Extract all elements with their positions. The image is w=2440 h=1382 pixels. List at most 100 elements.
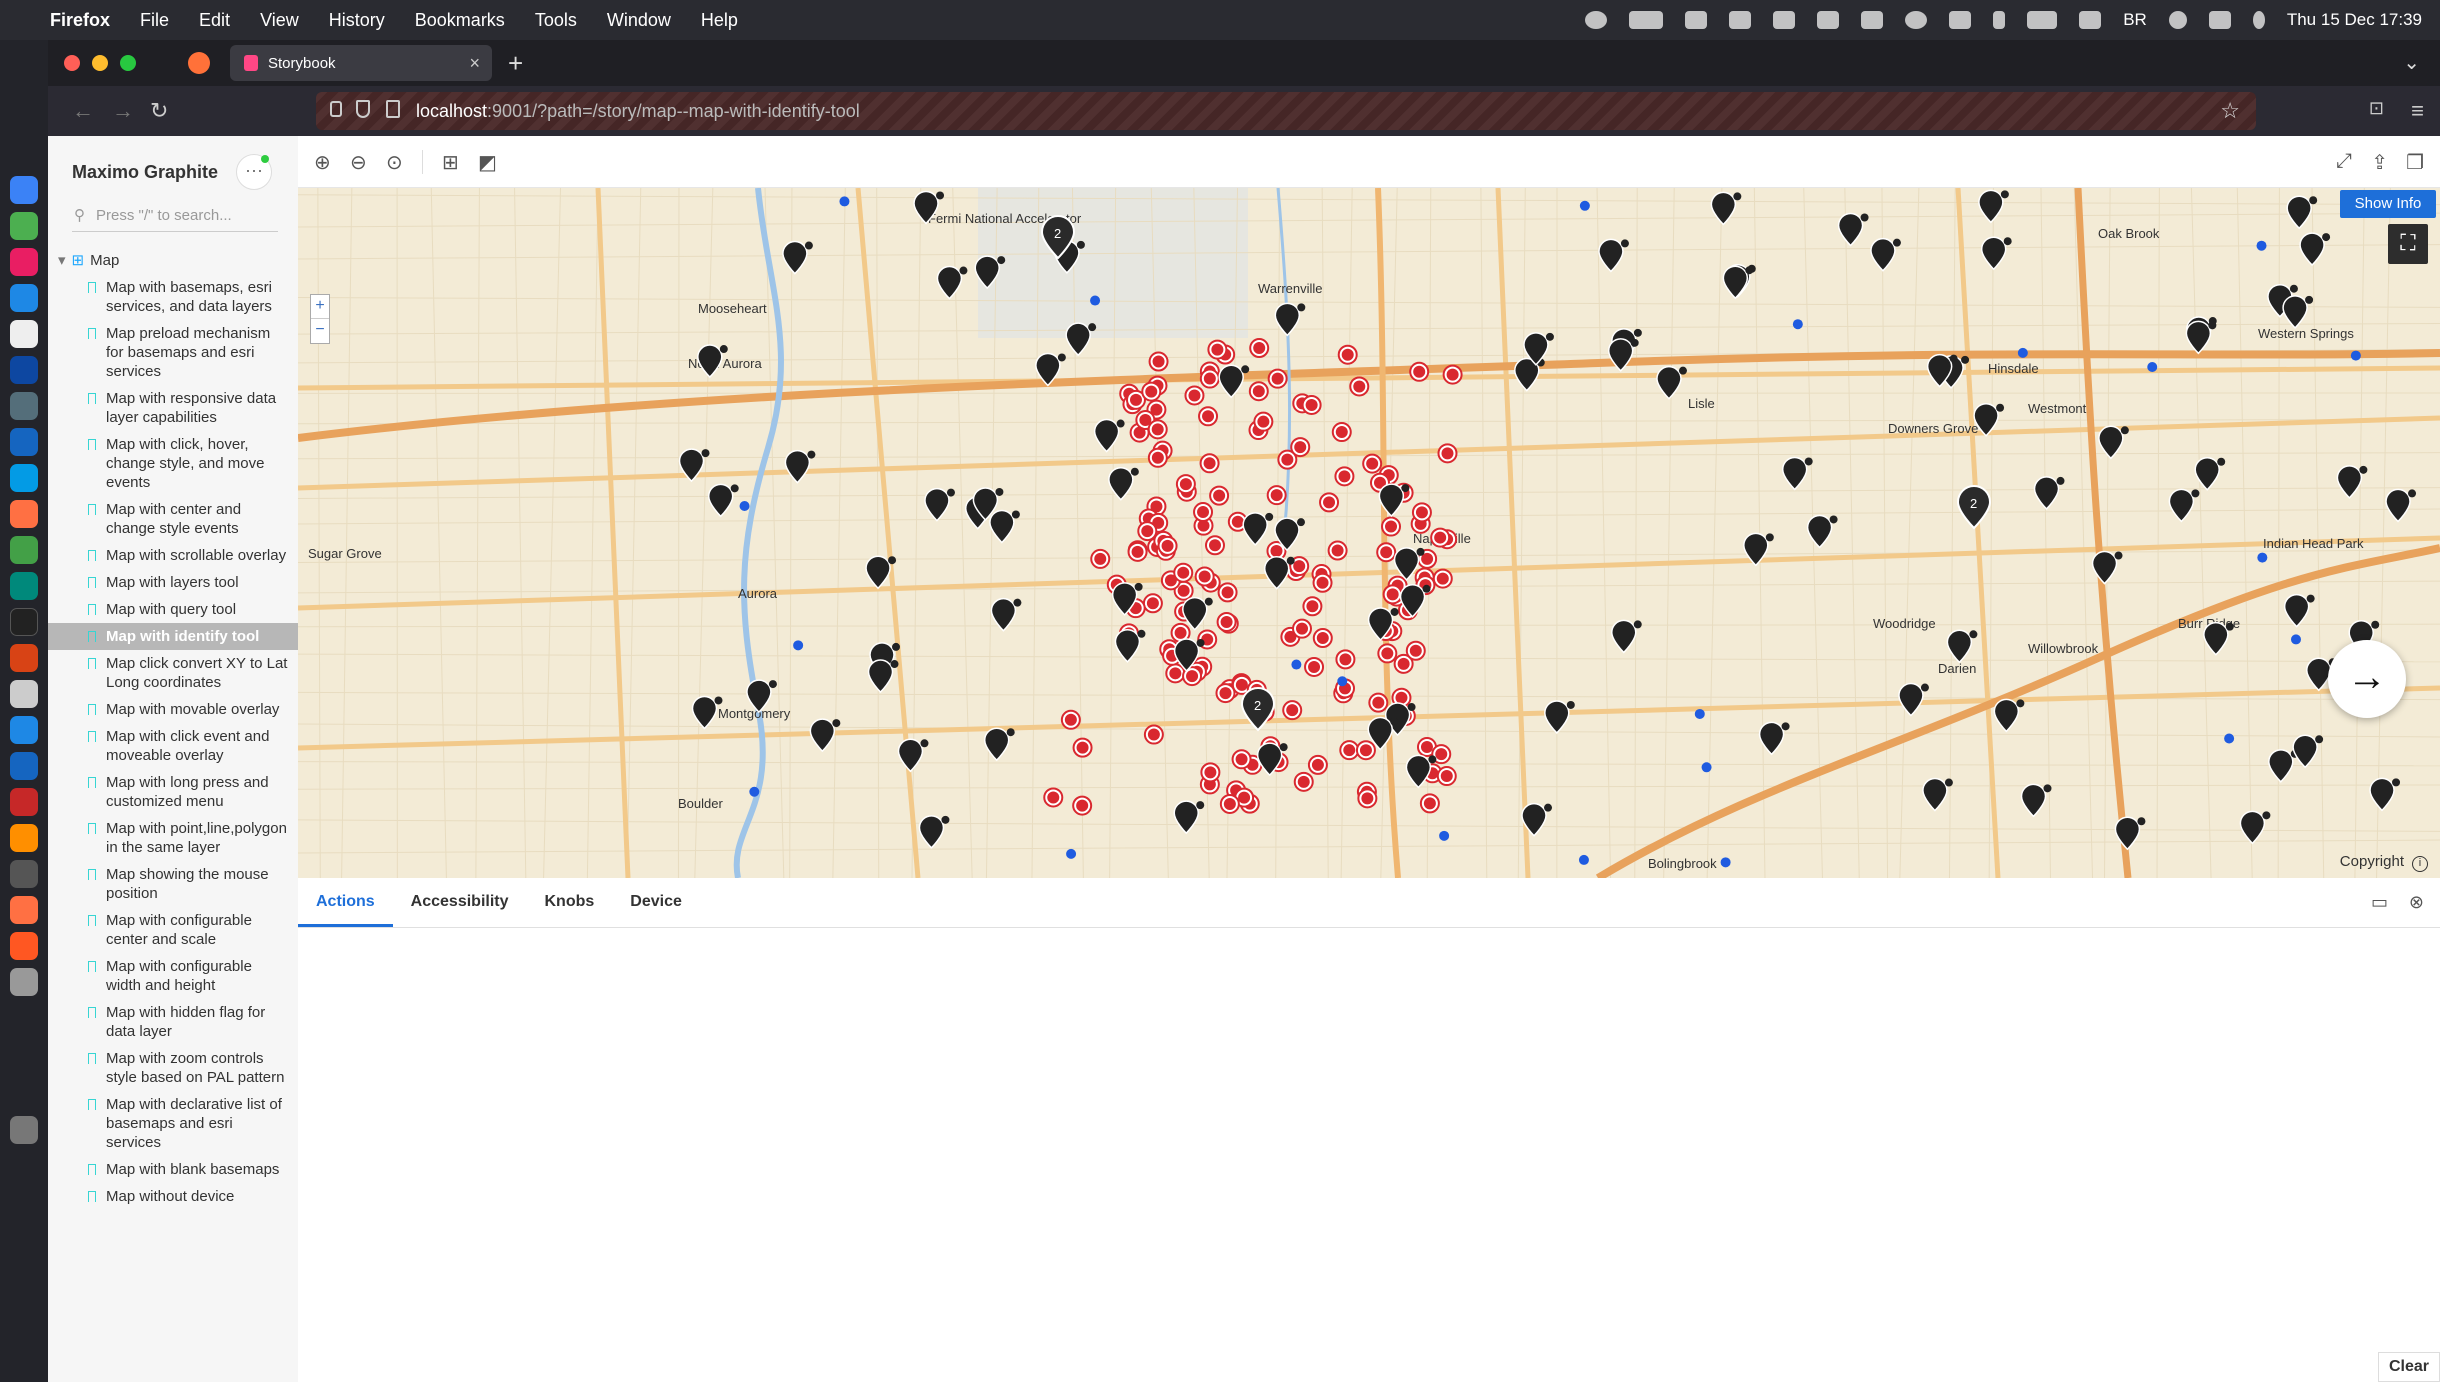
- story-item[interactable]: Map preload mechanism for basemaps and e…: [48, 320, 298, 385]
- moon-icon[interactable]: [1685, 11, 1708, 29]
- story-item[interactable]: Map with long press and customized menu: [48, 769, 298, 815]
- menu-file[interactable]: File: [140, 10, 169, 31]
- clock[interactable]: Thu 15 Dec 17:39: [2287, 10, 2422, 30]
- terminal-icon[interactable]: [10, 608, 38, 636]
- firefox-view-icon[interactable]: [188, 52, 210, 74]
- panel-orientation-icon[interactable]: ▭: [2371, 892, 2388, 913]
- app-icon[interactable]: [10, 464, 38, 492]
- minimize-window-button[interactable]: [92, 55, 108, 71]
- url-bar[interactable]: localhost:9001/?path=/story/map--map-wit…: [316, 92, 2256, 130]
- camera-icon[interactable]: [1861, 11, 1884, 29]
- story-item[interactable]: Map with declarative list of basemaps an…: [48, 1091, 298, 1156]
- close-panel-icon[interactable]: ⊗: [2409, 892, 2424, 913]
- creative-cloud-icon[interactable]: [1773, 11, 1796, 29]
- list-all-tabs-icon[interactable]: ⌄: [2403, 50, 2420, 75]
- story-item[interactable]: Map with configurable width and height: [48, 953, 298, 999]
- tab-actions[interactable]: Actions: [298, 878, 393, 927]
- hamburger-menu-icon[interactable]: ≡: [2411, 98, 2424, 124]
- page-icon[interactable]: [386, 100, 400, 118]
- app-icon[interactable]: [10, 644, 38, 672]
- tab-accessibility[interactable]: Accessibility: [393, 878, 527, 927]
- story-item[interactable]: Map with center and change style events: [48, 496, 298, 542]
- tab-knobs[interactable]: Knobs: [527, 878, 613, 927]
- story-item[interactable]: Map with responsive data layer capabilit…: [48, 385, 298, 431]
- fullscreen-icon[interactable]: ⤢: [2336, 150, 2352, 173]
- firefox-icon[interactable]: [10, 896, 38, 924]
- app-icon[interactable]: [10, 716, 38, 744]
- more-options-button[interactable]: ···: [236, 154, 272, 190]
- trash-icon[interactable]: [10, 1116, 38, 1144]
- menu-bookmarks[interactable]: Bookmarks: [415, 10, 505, 31]
- tab-storybook[interactable]: Storybook ×: [230, 45, 492, 81]
- expand-map-icon[interactable]: ⛶: [2388, 224, 2428, 264]
- reload-icon[interactable]: ↻: [150, 98, 168, 124]
- control-center-icon[interactable]: [2208, 11, 2231, 29]
- chrome-icon[interactable]: [10, 536, 38, 564]
- map-zoom-out-button[interactable]: −: [311, 319, 329, 343]
- story-item[interactable]: Map with click, hover, change style, and…: [48, 431, 298, 496]
- menu-edit[interactable]: Edit: [199, 10, 230, 31]
- new-tab-button[interactable]: +: [508, 48, 523, 79]
- volume-icon[interactable]: [1949, 11, 1972, 29]
- box-icon[interactable]: [1629, 11, 1664, 29]
- grid-app-icon[interactable]: [1729, 11, 1752, 29]
- menu-window[interactable]: Window: [607, 10, 671, 31]
- tree-group-map[interactable]: ▾ ⊞ Map: [48, 248, 298, 274]
- app-icon[interactable]: [10, 392, 38, 420]
- firefox-icon[interactable]: [10, 500, 38, 528]
- story-item[interactable]: Map click convert XY to Lat Long coordin…: [48, 650, 298, 696]
- zoom-reset-icon[interactable]: ⊙: [386, 150, 403, 175]
- app-icon[interactable]: [10, 824, 38, 852]
- siri-icon[interactable]: [2252, 11, 2265, 29]
- story-item[interactable]: Map with point,line,polygon in the same …: [48, 815, 298, 861]
- spotlight-search-icon[interactable]: [2168, 11, 2187, 29]
- story-item[interactable]: Map with click event and moveable overla…: [48, 723, 298, 769]
- wifi-icon[interactable]: [2079, 11, 2102, 29]
- background-icon[interactable]: ◩: [478, 150, 497, 175]
- app-icon[interactable]: [10, 356, 38, 384]
- story-item[interactable]: Map with blank basemaps: [48, 1156, 298, 1183]
- show-info-button[interactable]: Show Info: [2340, 190, 2436, 218]
- zoom-window-button[interactable]: [120, 55, 136, 71]
- back-icon[interactable]: ←: [72, 98, 94, 124]
- chrome-icon[interactable]: [10, 212, 38, 240]
- printer-icon[interactable]: [10, 968, 38, 996]
- story-item-active[interactable]: Map with identify tool: [48, 623, 298, 650]
- word-icon[interactable]: [10, 428, 38, 456]
- story-item[interactable]: Map with scrollable overlay: [48, 542, 298, 569]
- record-icon[interactable]: [1585, 11, 1608, 29]
- clock-app-icon[interactable]: [10, 320, 38, 348]
- story-item[interactable]: Map with basemaps, esri services, and da…: [48, 274, 298, 320]
- story-item[interactable]: Map with zoom controls style based on PA…: [48, 1045, 298, 1091]
- menu-app-name[interactable]: Firefox: [50, 10, 110, 31]
- forward-icon[interactable]: →: [112, 98, 134, 124]
- app-icon[interactable]: [10, 680, 38, 708]
- map-zoom-in-button[interactable]: +: [311, 295, 329, 319]
- story-item[interactable]: Map without device: [48, 1183, 298, 1210]
- brand-title[interactable]: Maximo Graphite: [72, 162, 218, 183]
- story-item[interactable]: Map showing the mouse position: [48, 861, 298, 907]
- lock-icon[interactable]: [330, 101, 342, 117]
- vscode-icon[interactable]: [10, 284, 38, 312]
- tab-device[interactable]: Device: [612, 878, 700, 927]
- share-icon[interactable]: ⇪: [2371, 150, 2388, 175]
- bluetooth-icon[interactable]: [1993, 11, 2006, 29]
- story-item[interactable]: Map with hidden flag for data layer: [48, 999, 298, 1045]
- menu-help[interactable]: Help: [701, 10, 738, 31]
- menu-view[interactable]: View: [260, 10, 299, 31]
- story-item[interactable]: Map with movable overlay: [48, 696, 298, 723]
- input-source[interactable]: BR: [2123, 10, 2147, 30]
- app-icon[interactable]: [10, 752, 38, 780]
- menu-tools[interactable]: Tools: [535, 10, 577, 31]
- zoom-in-icon[interactable]: ⊕: [314, 150, 331, 175]
- map-canvas[interactable]: Fermi National Accelerator Mooseheart Nort…: [298, 188, 2440, 878]
- story-item[interactable]: Map with query tool: [48, 596, 298, 623]
- clear-button[interactable]: Clear: [2378, 1352, 2440, 1382]
- menu-history[interactable]: History: [329, 10, 385, 31]
- pocket-icon[interactable]: ⊡: [2369, 98, 2384, 119]
- next-arrow-button[interactable]: →: [2328, 640, 2406, 718]
- mask-icon[interactable]: [1817, 11, 1840, 29]
- zoom-out-icon[interactable]: ⊖: [350, 150, 367, 175]
- info-icon[interactable]: i: [2412, 856, 2428, 872]
- firefox-icon[interactable]: [10, 932, 38, 960]
